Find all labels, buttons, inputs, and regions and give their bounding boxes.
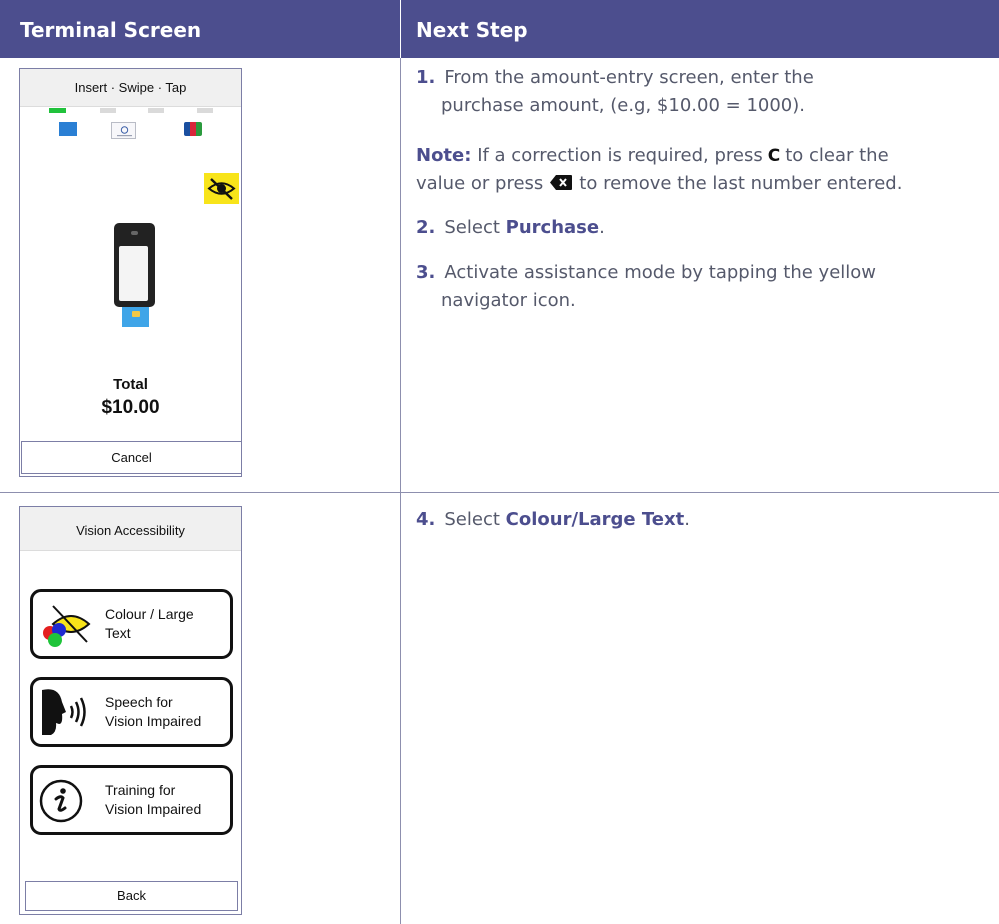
indicator xyxy=(100,108,116,113)
acc-label-line2: Text xyxy=(105,625,131,641)
step-text: navigator icon. xyxy=(441,290,576,311)
colour-eye-icon xyxy=(39,600,93,650)
speaking-head-icon xyxy=(39,688,93,738)
step-text: . xyxy=(684,509,690,530)
acc-label-line1: Training for xyxy=(105,782,176,798)
terminal-device-image xyxy=(114,223,155,307)
card-chip xyxy=(132,311,140,317)
step-2: 2. Select Purchase. xyxy=(416,214,991,242)
step-text: . xyxy=(599,217,605,238)
row-divider xyxy=(0,492,999,493)
step-text: From the amount-entry screen, enter the xyxy=(444,67,814,88)
backspace-icon xyxy=(550,171,573,190)
diners-club-logo-icon xyxy=(111,122,136,139)
note: Note: If a correction is required, press… xyxy=(416,142,991,198)
total-amount: $10.00 xyxy=(101,397,160,418)
step-1: 1. From the amount-entry screen, enter th… xyxy=(416,64,991,120)
acc-label-line1: Colour / Large xyxy=(105,606,194,622)
acc-label: Colour / Large Text xyxy=(105,605,233,643)
note-text: value or press xyxy=(416,173,544,194)
header-terminal-screen: Terminal Screen xyxy=(20,18,202,42)
note-text: to clear the xyxy=(785,145,889,166)
indicator-active xyxy=(49,108,66,113)
terminal-title: Vision Accessibility xyxy=(20,507,241,551)
device-camera xyxy=(131,231,138,235)
indicator xyxy=(148,108,164,113)
step-number: 3. xyxy=(416,262,436,283)
step-3: 3. Activate assistance mode by tapping th… xyxy=(416,259,991,315)
acc-label: Training for Vision Impaired xyxy=(105,781,233,819)
acc-label-line2: Vision Impaired xyxy=(105,801,202,817)
navigator-eye-slash-icon[interactable] xyxy=(204,173,239,204)
jcb-logo-icon xyxy=(184,122,202,136)
column-divider xyxy=(400,58,401,924)
header-next-step: Next Step xyxy=(416,18,528,42)
terminal-screen-payment: Insert · Swipe · Tap Total $10.00 Cancel xyxy=(19,68,242,477)
step-strong: Colour/Large Text xyxy=(505,509,685,530)
clear-key-icon: C xyxy=(767,146,781,166)
indicator xyxy=(197,108,213,113)
step-number: 2. xyxy=(416,217,436,238)
terminal-screen-vision-accessibility: Vision Accessibility Colour / Large Text xyxy=(19,506,242,915)
step-text: Select xyxy=(444,509,500,530)
step-text: Activate assistance mode by tapping the … xyxy=(444,262,877,283)
cancel-button[interactable]: Cancel xyxy=(21,441,242,474)
acc-label-line1: Speech for xyxy=(105,694,173,710)
step-strong: Purchase xyxy=(505,217,600,238)
acc-label-line2: Vision Impaired xyxy=(105,713,202,729)
step-text: purchase amount, (e.g, $10.00 = 1000). xyxy=(441,95,805,116)
note-text: If a correction is required, press xyxy=(477,145,763,166)
header-divider xyxy=(400,0,401,58)
total-label: Total xyxy=(113,376,148,393)
info-circle-icon xyxy=(39,776,93,826)
note-text: to remove the last number entered. xyxy=(579,173,903,194)
note-label: Note: xyxy=(416,145,472,166)
training-for-vision-impaired-button[interactable]: Training for Vision Impaired xyxy=(30,765,233,835)
back-button[interactable]: Back xyxy=(25,881,238,911)
terminal-title: Insert · Swipe · Tap xyxy=(20,69,241,107)
card-image xyxy=(122,307,149,327)
step-4: 4. Select Colour/Large Text. xyxy=(416,506,991,534)
speech-for-vision-impaired-button[interactable]: Speech for Vision Impaired xyxy=(30,677,233,747)
device-screen xyxy=(119,246,148,301)
step-text: Select xyxy=(444,217,500,238)
table-header: Terminal Screen Next Step xyxy=(0,0,999,58)
step-number: 4. xyxy=(416,509,436,530)
colour-large-text-button[interactable]: Colour / Large Text xyxy=(30,589,233,659)
step-number: 1. xyxy=(416,67,436,88)
acc-label: Speech for Vision Impaired xyxy=(105,693,233,731)
amex-logo-icon xyxy=(59,122,77,136)
